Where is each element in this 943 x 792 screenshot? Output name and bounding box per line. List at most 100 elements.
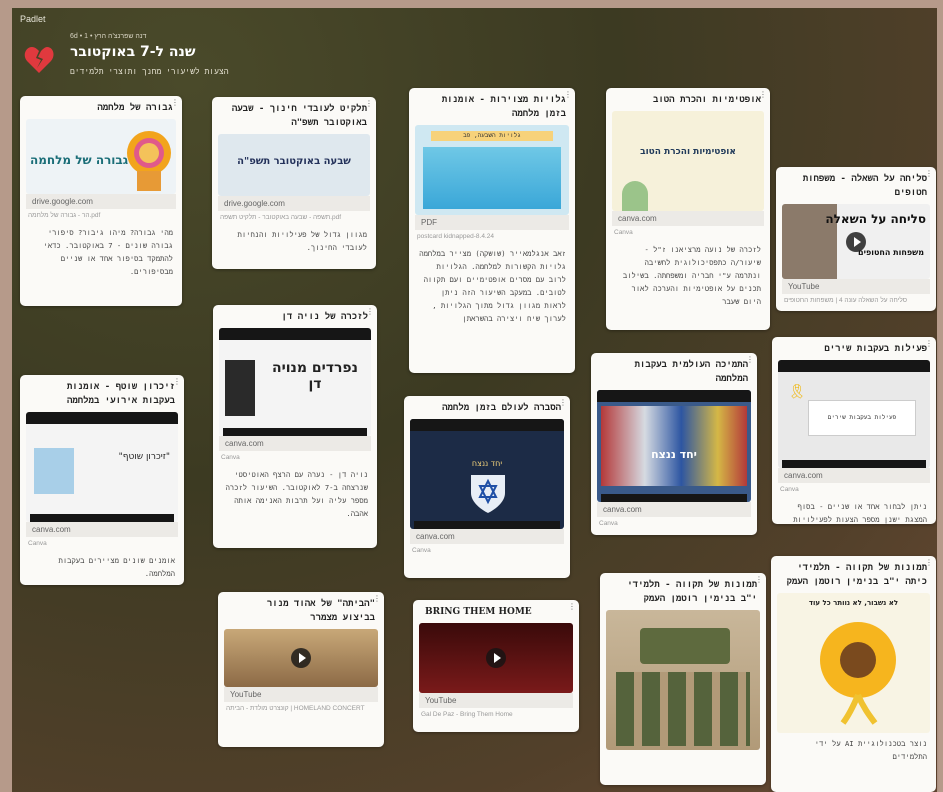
post-preview[interactable]: אופטימיות והכרת הטוב <box>612 111 764 211</box>
post-preview[interactable]: יחד ננצח <box>597 390 751 502</box>
star-of-david-icon <box>471 475 505 513</box>
post-body: מגוון גדול של פעילויות והנחיות לעובדי הח… <box>237 230 367 252</box>
post-source: YouTube <box>419 693 573 708</box>
post-card[interactable]: ⋮ לזכרה של נויה דן נפרדים מנויה דן canva… <box>213 305 377 548</box>
more-icon[interactable]: ⋮ <box>925 559 933 567</box>
post-source: YouTube <box>224 687 378 702</box>
more-icon[interactable]: ⋮ <box>564 91 572 99</box>
more-icon[interactable]: ⋮ <box>925 170 933 178</box>
board-subtitle: הצעות לשיעורי מחנך ותוצרי תלמידים <box>70 67 229 76</box>
post-title: גלויות מצוירות - אומנות בזמן מלחמה <box>441 95 566 119</box>
post-card[interactable]: ⋮ גבורה של מלחמה גבורה של מלחמה drive.go… <box>20 96 182 306</box>
post-source: PDF <box>415 215 569 230</box>
post-source: YouTube <box>782 279 930 294</box>
post-caption: pdf.הר - גבורה של מלחמה <box>28 212 101 219</box>
post-title: גבורה של מלחמה <box>97 103 173 113</box>
tank-image <box>640 628 730 664</box>
post-caption: Canva <box>780 486 799 493</box>
video-preview[interactable]: סליחה על השאלה משפחות החטופים <box>782 204 930 279</box>
post-caption: Canva <box>599 520 618 527</box>
post-card[interactable]: ⋮ סליחה על השאלה - משפחות חטופים סליחה ע… <box>776 167 936 311</box>
preview-text: שבעה באוקטובר תשפ"ה <box>237 156 351 167</box>
post-card[interactable]: ⋮ התמיכה העולמית בעקבות המלחמה יחד ננצח … <box>591 353 757 535</box>
video-preview[interactable] <box>224 629 378 687</box>
more-icon[interactable]: ⋮ <box>559 399 567 407</box>
post-caption: HOMELAND CONCERT | קונצרט מולדת - הביתה <box>226 705 365 712</box>
board-title: שנה ל-7 באוקטובר <box>70 44 196 60</box>
girl-illustration <box>622 181 648 211</box>
post-body: ניתן לבחור אחד או שניים - בסוף המצגת ישנ… <box>793 502 927 524</box>
play-icon[interactable] <box>486 648 506 668</box>
canva-footer <box>30 514 174 522</box>
padlet-board: Padlet 6d • 1 • דנה שפרנצ'ה הרץ שנה ל-7 … <box>0 0 943 792</box>
post-card[interactable]: ⋮ תלקיט לעובדי חינוך - שבעה באוקטובר תשפ… <box>212 97 376 269</box>
preview-text: גבורה של מלחמה <box>30 153 129 167</box>
more-icon[interactable]: ⋮ <box>746 356 754 364</box>
post-caption: Canva <box>221 454 240 461</box>
post-title: הסברה לעולם בזמן מלחמה <box>442 403 561 413</box>
canva-toolbar <box>597 390 751 402</box>
post-title: סליחה על השאלה - משפחות חטופים <box>802 174 927 198</box>
post-card[interactable]: ⋮ זיכרון שוטף - אומנות בעקבות אירועי במל… <box>20 375 184 585</box>
post-card[interactable]: ⋮ גלויות מצוירות - אומנות בזמן מלחמה גלו… <box>409 88 575 373</box>
post-body: זאב אנגלמאייר (שושקה) מצייר במלחמה גלויו… <box>419 249 566 323</box>
post-title: תמונות של תקווה - תלמידי כיתה י"ב בנימין… <box>786 563 927 587</box>
post-preview[interactable] <box>606 610 760 750</box>
more-icon[interactable]: ⋮ <box>925 340 933 348</box>
post-body: נוצר בטכנולוגיית AI על ידי התלמידים <box>814 739 927 761</box>
post-title: זיכרון שוטף - אומנות בעקבות אירועי במלחמ… <box>66 382 175 406</box>
post-card[interactable]: ⋮ הסברה לעולם בזמן מלחמה יחד ננצח canva.… <box>404 396 570 578</box>
more-icon[interactable]: ⋮ <box>171 99 179 107</box>
post-preview[interactable]: "זיכרון שוטף" <box>26 412 178 522</box>
post-source: canva.com <box>612 211 764 226</box>
canva-footer <box>601 494 747 502</box>
post-card[interactable]: ⋮ BRING THEM HOME YouTube Gal De Paz - B… <box>413 600 579 732</box>
more-icon[interactable]: ⋮ <box>173 378 181 386</box>
post-card[interactable]: ⋮ תמונות של תקווה - תלמידי י"ב בנימין רו… <box>600 573 766 785</box>
post-title: תלקיט לעובדי חינוך - שבעה באוקטובר תשפ"ה <box>231 104 367 128</box>
post-card[interactable]: ⋮ פעילות בעקבות שירים 🎗 פעילות בעקבות שי… <box>772 337 936 524</box>
post-card[interactable]: ⋮ אופטימיות והכרת הטוב אופטימיות והכרת ה… <box>606 88 770 330</box>
post-preview[interactable]: יחד ננצח <box>410 419 564 529</box>
post-caption: Canva <box>28 540 47 547</box>
sunflower-illustration <box>820 622 896 725</box>
window-frame-top <box>0 0 943 8</box>
post-preview[interactable]: גבורה של מלחמה <box>26 119 176 194</box>
canva-footer <box>414 521 560 529</box>
window-frame-right <box>937 0 943 792</box>
play-icon[interactable] <box>291 648 311 668</box>
post-caption: Gal De Paz - Bring Them Home <box>421 711 513 718</box>
post-source: canva.com <box>410 529 564 544</box>
post-preview[interactable]: גלויות השבעה, פב <box>415 125 569 215</box>
post-caption: pdf.תשפה - שבעה באוקטובר - תלקיט תשפה <box>220 214 342 221</box>
video-preview[interactable] <box>419 623 573 693</box>
preview-text: יחד ננצח <box>471 459 503 468</box>
more-icon[interactable]: ⋮ <box>366 308 374 316</box>
play-icon[interactable] <box>846 231 866 252</box>
canva-footer <box>223 428 367 436</box>
post-preview[interactable]: נפרדים מנויה דן <box>219 328 371 436</box>
post-card[interactable]: ⋮ "הביתה" של אהוד מנור בביצוע מצמרר YouT… <box>218 592 384 747</box>
post-title: פעילות בעקבות שירים <box>824 344 927 354</box>
canva-toolbar <box>26 412 178 424</box>
more-icon[interactable]: ⋮ <box>365 100 373 108</box>
canva-footer <box>782 460 926 468</box>
post-body: אומנים שונים מציירים בעקבות המלחמה. <box>58 556 176 578</box>
more-icon[interactable]: ⋮ <box>568 603 576 611</box>
lion-illustration <box>127 131 171 191</box>
post-body: לזכרה של נועה מרציאנו ז"ל - שיעור/ה כתפס… <box>622 245 761 306</box>
post-preview[interactable]: 🎗 פעילות בעקבות שירים <box>778 360 930 468</box>
preview-text: נפרדים מנויה דן <box>272 360 358 392</box>
post-source: drive.google.com <box>218 196 370 211</box>
canva-toolbar <box>410 419 564 431</box>
post-card[interactable]: ⋮ תמונות של תקווה - תלמידי כיתה י"ב בנימ… <box>771 556 936 792</box>
more-icon[interactable]: ⋮ <box>759 91 767 99</box>
more-icon[interactable]: ⋮ <box>755 576 763 584</box>
post-preview[interactable]: שבעה באוקטובר תשפ"ה <box>218 134 370 196</box>
post-preview[interactable]: לא נשבור, לא נוותר כל עוד <box>777 593 930 733</box>
soldiers-image <box>616 672 750 746</box>
post-caption: postcard kidnapped-8.4.24 <box>417 233 494 240</box>
padlet-logo[interactable]: Padlet <box>20 14 80 24</box>
more-icon[interactable]: ⋮ <box>373 595 381 603</box>
post-source: canva.com <box>597 502 751 517</box>
